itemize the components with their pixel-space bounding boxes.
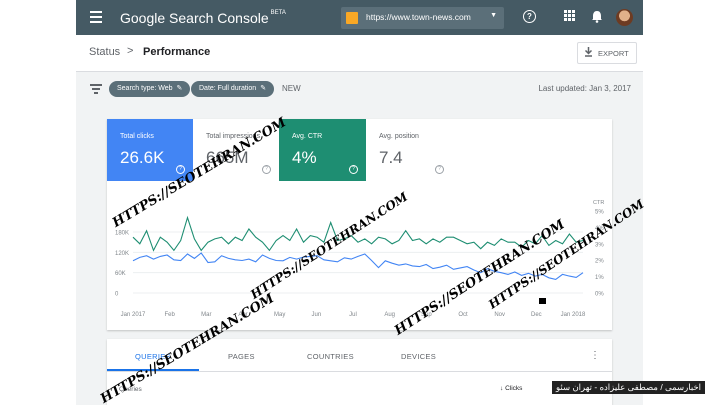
y-right-tick-label: 1% bbox=[595, 275, 604, 281]
new-filter-button[interactable]: NEW bbox=[282, 84, 301, 93]
beta-badge: BETA bbox=[270, 10, 286, 16]
total-clicks-metric[interactable]: Total clicks 26.6K ? bbox=[107, 119, 193, 181]
performance-chart[interactable]: 180K120K60K0CTR5%4%3%2%1%0%Jan 2017 Feb Ma… bbox=[107, 185, 612, 325]
top-app-bar: Google Search Console BETA https://www.to… bbox=[76, 0, 643, 35]
search-type-chip[interactable]: Search type: Web ✎ bbox=[109, 81, 191, 97]
y-right-tick-label: 3% bbox=[595, 242, 604, 248]
x-tick-label: Jul bbox=[349, 312, 357, 318]
property-icon bbox=[346, 12, 358, 24]
y-right-axis-title: CTR bbox=[593, 200, 604, 206]
y-right-tick-label: 0% bbox=[595, 292, 604, 298]
x-tick-label: Nov bbox=[494, 312, 505, 318]
help-icon[interactable]: ? bbox=[523, 10, 536, 23]
breadcrumb-separator: > bbox=[127, 45, 134, 57]
search-type-label: Search type: Web bbox=[117, 85, 173, 92]
tab-countries[interactable]: COUNTRIES bbox=[307, 352, 354, 361]
breadcrumb-status[interactable]: Status bbox=[89, 46, 120, 58]
help-icon[interactable]: ? bbox=[262, 165, 271, 174]
app-logo[interactable]: Google Search Console BETA bbox=[120, 10, 286, 26]
column-header-clicks[interactable]: ↓ Clicks bbox=[500, 385, 522, 392]
caret-down-icon: ▼ bbox=[490, 12, 497, 19]
x-tick-label: Aug bbox=[384, 312, 395, 318]
apps-icon[interactable] bbox=[563, 10, 576, 23]
notifications-icon[interactable] bbox=[590, 10, 603, 23]
metric-label: Total clicks bbox=[120, 133, 154, 140]
export-label: EXPORT bbox=[598, 49, 629, 58]
avatar[interactable] bbox=[616, 9, 633, 26]
metric-label: Avg. CTR bbox=[292, 133, 323, 140]
export-button[interactable]: EXPORT bbox=[577, 42, 637, 64]
x-tick-label: Jun bbox=[311, 312, 321, 318]
metric-label: Avg. position bbox=[379, 133, 419, 140]
property-url: https://www.town-news.com bbox=[366, 12, 471, 22]
y-right-tick-label: 5% bbox=[595, 210, 604, 216]
property-selector[interactable]: https://www.town-news.com ▼ bbox=[341, 7, 504, 29]
filter-icon[interactable] bbox=[90, 84, 102, 96]
help-icon[interactable]: ? bbox=[435, 165, 444, 174]
caption-banner: اخبارسمی / مصطفی علیزاده - تهران سئو bbox=[552, 381, 706, 394]
y-left-tick-label: 60K bbox=[115, 271, 126, 277]
tab-devices[interactable]: DEVICES bbox=[401, 352, 436, 361]
x-tick-label: Jan 2017 bbox=[121, 312, 146, 318]
clicks-header-label: Clicks bbox=[505, 385, 523, 392]
filter-bar: Search type: Web ✎ Date: Full duration ✎ N… bbox=[76, 72, 643, 106]
metric-value: 26.6K bbox=[120, 148, 165, 167]
help-icon[interactable]: ? bbox=[349, 165, 358, 174]
avg-position-metric[interactable]: Avg. position 7.4 ? bbox=[366, 119, 452, 181]
tab-divider bbox=[107, 371, 612, 372]
date-chip[interactable]: Date: Full duration ✎ bbox=[191, 81, 275, 97]
app-title: Google Search Console bbox=[120, 10, 269, 26]
menu-icon[interactable] bbox=[90, 11, 102, 23]
metric-value: 7.4 bbox=[379, 148, 403, 167]
y-left-tick-label: 180K bbox=[115, 231, 129, 237]
x-tick-label: Mar bbox=[201, 312, 211, 318]
metric-value: 4% bbox=[292, 148, 317, 167]
x-tick-label: May bbox=[274, 312, 285, 318]
x-tick-label: Jan 2018 bbox=[561, 312, 586, 318]
last-updated-text: Last updated: Jan 3, 2017 bbox=[538, 84, 631, 93]
tab-pages[interactable]: PAGES bbox=[228, 352, 255, 361]
y-left-tick-label: 0 bbox=[115, 292, 119, 298]
avg-ctr-metric[interactable]: Avg. CTR 4% ? bbox=[279, 119, 366, 181]
page-title: Performance bbox=[143, 46, 211, 58]
date-label: Date: Full duration bbox=[199, 85, 257, 92]
x-tick-label: Feb bbox=[164, 312, 175, 318]
y-right-tick-label: 2% bbox=[595, 259, 604, 265]
edit-icon: ✎ bbox=[176, 85, 183, 92]
y-left-tick-label: 120K bbox=[115, 251, 129, 257]
download-icon bbox=[584, 47, 593, 59]
more-options-icon[interactable]: ⋮ bbox=[590, 350, 600, 361]
edit-icon: ✎ bbox=[260, 85, 267, 92]
annotation-marker bbox=[539, 298, 546, 304]
x-tick-label: Oct bbox=[458, 312, 468, 318]
x-tick-label: Dec bbox=[531, 312, 542, 318]
page-header: Status > Performance EXPORT bbox=[76, 35, 643, 72]
